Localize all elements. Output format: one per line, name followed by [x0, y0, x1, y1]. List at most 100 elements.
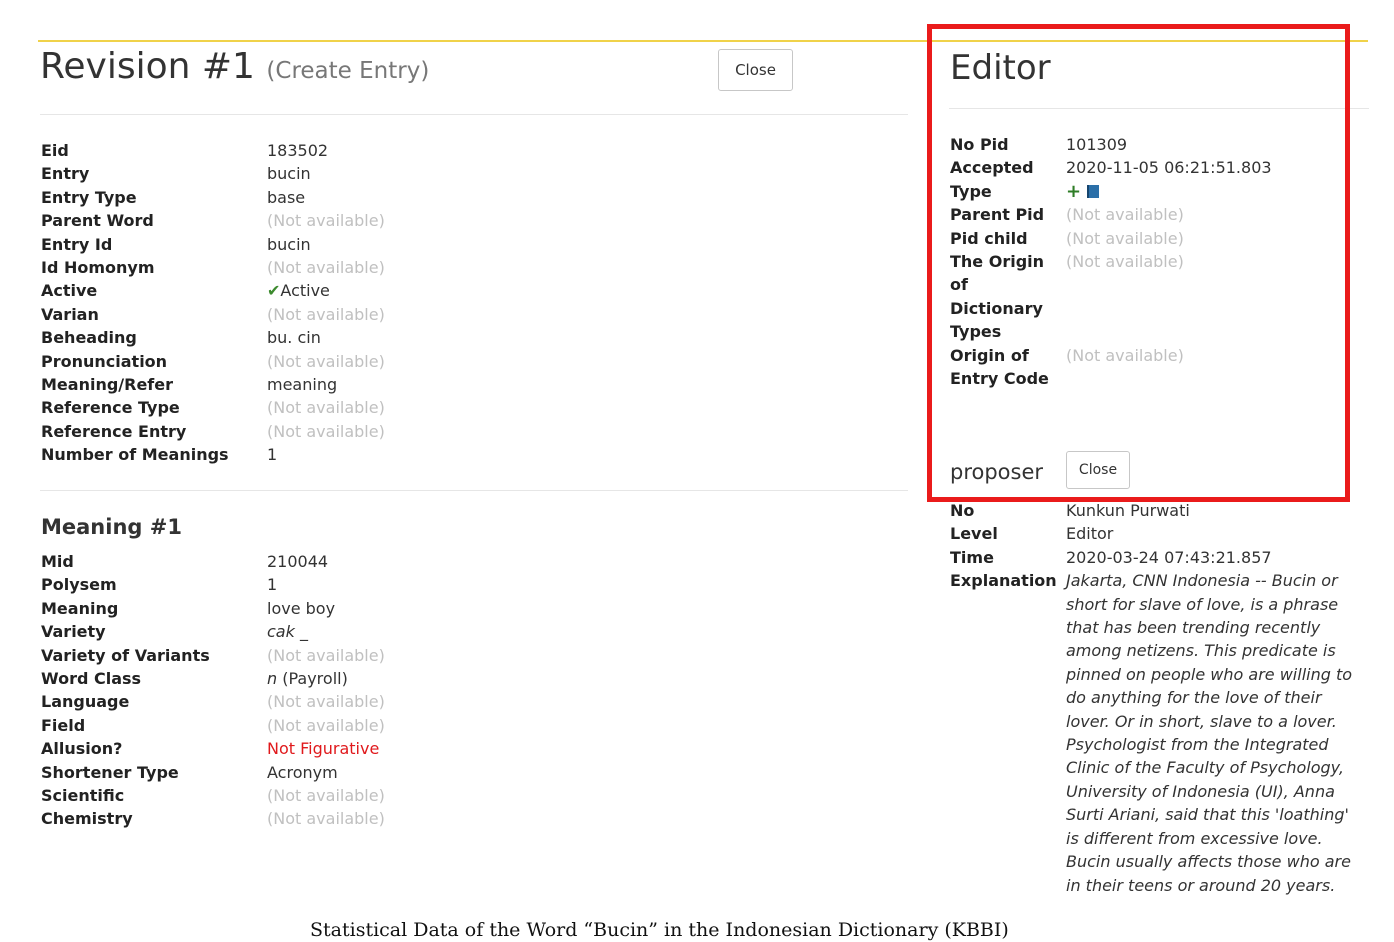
field-label: Reference Entry [41, 421, 187, 441]
field-label: Eid [41, 141, 69, 160]
field-value: Not Figurative [267, 739, 380, 759]
field-value: (Not available) [267, 692, 385, 712]
field-value: Editor [1066, 524, 1114, 544]
field-row-word-class: Word Class n (Payroll) [41, 667, 385, 690]
field-row-id-homonym: Id Homonym (Not available) [41, 256, 385, 279]
field-label: Language [41, 692, 130, 712]
divider [40, 114, 908, 115]
field-label: Field [41, 715, 86, 735]
field-value: (Not available) [267, 645, 385, 665]
field-row-field: Field (Not available) [41, 714, 385, 737]
field-value: 183502 [267, 141, 329, 160]
field-label: Number of Meanings [41, 445, 229, 465]
field-label: Entry [41, 164, 90, 184]
proposer-fields: No Kunkun Purwati Level Editor Time 2020-03… [950, 499, 1364, 897]
revision-fields: Eid 183502 Entry bucin Entry Type base Pare… [41, 139, 385, 467]
field-label: Word Class [41, 669, 142, 689]
field-row-reference-entry: Reference Entry (Not available) [41, 420, 385, 443]
field-label: Pronunciation [41, 351, 168, 371]
field-value: (Not available) [267, 258, 385, 278]
field-value: meaning [267, 375, 338, 395]
field-row-polysem: Polysem 1 [41, 573, 385, 596]
field-label: Varian [41, 304, 99, 324]
field-row-shortener-type: Shortener Type Acronym [41, 761, 385, 784]
field-row-variety-of-variants: Variety of Variants (Not available) [41, 644, 385, 667]
field-value: base [267, 187, 306, 207]
field-value: 2020-03-24 07:43:21.857 [1066, 547, 1272, 567]
field-row-variety: Variety cak _ [41, 620, 385, 643]
meaning-title: Meaning #1 [41, 515, 182, 539]
field-row-scientific: Scientific (Not available) [41, 784, 385, 807]
field-row-entry-type: Entry Type base [41, 186, 385, 209]
meaning-fields: Mid 210044 Polysem 1 Meaning love boy Varie… [41, 550, 385, 831]
field-row-explanation: Explanation Jakarta, CNN Indonesia -- Buc… [950, 569, 1364, 897]
field-value: Active [280, 281, 330, 301]
field-row-number-of-meanings: Number of Meanings 1 [41, 443, 385, 466]
field-row-level: Level Editor [950, 522, 1364, 545]
field-label: Meaning [41, 598, 119, 618]
field-label: Shortener Type [41, 762, 179, 782]
field-row-entry-id: Entry Id bucin [41, 233, 385, 256]
field-label: Entry Id [41, 234, 113, 254]
field-label: Active [41, 281, 98, 301]
field-row-time: Time 2020-03-24 07:43:21.857 [950, 546, 1364, 569]
field-label: Polysem [41, 575, 117, 595]
field-value: (Not available) [267, 809, 385, 829]
field-label: Id Homonym [41, 258, 155, 278]
field-value: cak _ [267, 622, 308, 642]
field-label: Beheading [41, 328, 137, 348]
field-row-varian: Varian (Not available) [41, 303, 385, 326]
field-value: Jakarta, CNN Indonesia -- Bucin or short… [1066, 571, 1353, 895]
field-row-parent-word: Parent Word (Not available) [41, 209, 385, 232]
field-label: Variety of Variants [41, 645, 210, 665]
field-value: (Not available) [267, 398, 385, 418]
field-label: Parent Word [41, 211, 154, 231]
field-value: love boy [267, 598, 336, 618]
field-row-allusion: Allusion? Not Figurative [41, 737, 385, 760]
field-value: (Not available) [267, 304, 385, 324]
highlight-box [927, 24, 1350, 502]
field-value: bu. cin [267, 328, 321, 348]
field-value: (Payroll) [282, 669, 348, 689]
field-value: (Not available) [267, 351, 385, 371]
field-value: Acronym [267, 762, 338, 782]
field-row-meaning: Meaning love boy [41, 597, 385, 620]
field-row-mid: Mid 210044 [41, 550, 385, 573]
field-label: Variety [41, 622, 106, 642]
field-label: Meaning/Refer [41, 375, 174, 395]
field-row-beheading: Beheading bu. cin [41, 326, 385, 349]
field-label: Time [950, 547, 994, 567]
revision-title-text: Revision #1 [40, 46, 255, 87]
field-value: bucin [267, 234, 311, 254]
field-row-chemistry: Chemistry (Not available) [41, 807, 385, 830]
field-value: (Not available) [267, 421, 385, 441]
field-value: Kunkun Purwati [1066, 501, 1190, 520]
divider [40, 490, 908, 491]
checkmark-icon: ✔ [267, 281, 281, 301]
field-row-no: No Kunkun Purwati [950, 499, 1364, 522]
field-value: bucin [267, 164, 311, 184]
field-label: Allusion? [41, 739, 123, 759]
field-row-entry: Entry bucin [41, 162, 385, 185]
field-label: Mid [41, 552, 74, 571]
field-label: Explanation [950, 571, 1057, 591]
revision-close-button[interactable]: Close [718, 49, 793, 91]
revision-subtitle: (Create Entry) [266, 58, 430, 84]
field-label: Level [950, 524, 998, 544]
field-label: No [950, 501, 975, 520]
field-value: (Not available) [267, 211, 385, 231]
field-value: 1 [267, 445, 278, 465]
field-row-active: Active ✔Active [41, 279, 385, 302]
word-class-abbr: n [267, 669, 278, 689]
revision-title: Revision #1 (Create Entry) [40, 44, 429, 94]
field-value: 1 [267, 575, 278, 595]
field-label: Scientific [41, 786, 125, 806]
field-row-pronunciation: Pronunciation (Not available) [41, 350, 385, 373]
field-row-language: Language (Not available) [41, 690, 385, 713]
field-label: Entry Type [41, 187, 137, 207]
field-value: 210044 [267, 552, 329, 571]
field-row-reference-type: Reference Type (Not available) [41, 396, 385, 419]
field-value: (Not available) [267, 715, 385, 735]
field-row-meaning-refer: Meaning/Refer meaning [41, 373, 385, 396]
field-label: Chemistry [41, 809, 133, 829]
